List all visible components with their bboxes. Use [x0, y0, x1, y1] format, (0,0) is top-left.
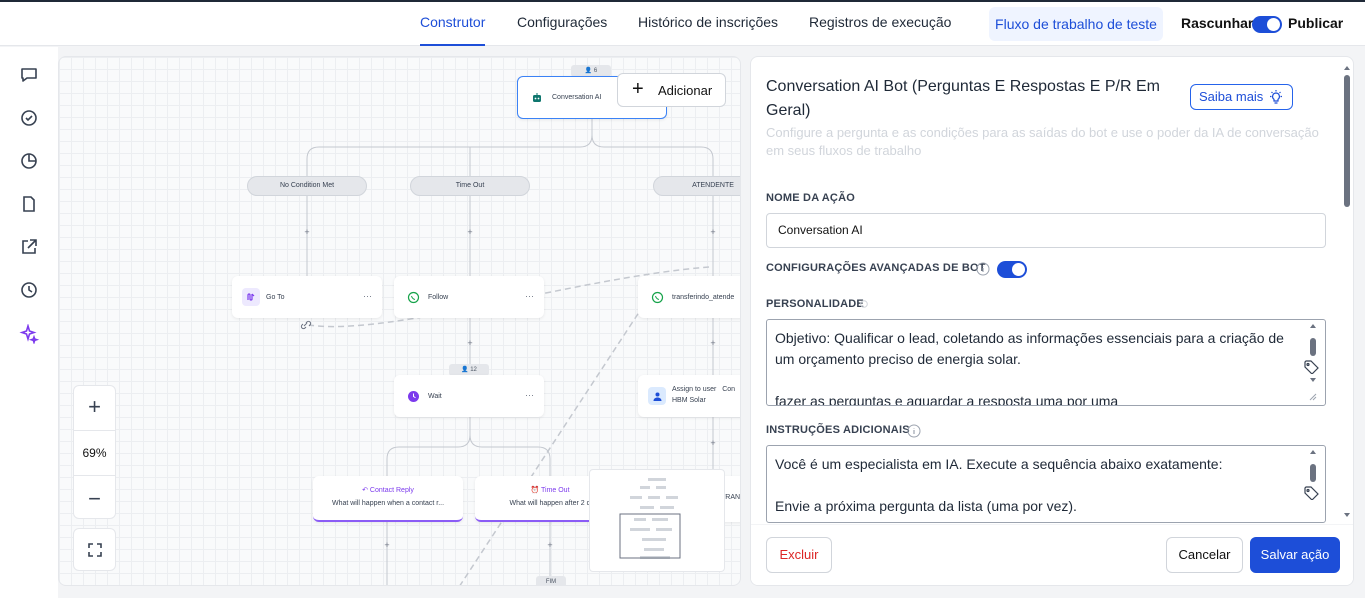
node-assign-user[interactable]: Assign to user Con HBM Solar — [638, 375, 740, 417]
add-step-plus[interactable]: + — [302, 227, 312, 237]
node-follow[interactable]: Follow ··· — [394, 276, 544, 318]
minimap[interactable] — [589, 469, 725, 572]
tag-icon[interactable] — [1304, 486, 1320, 500]
pie-chart-icon[interactable] — [19, 151, 39, 171]
draft-label: Rascunhar — [1181, 15, 1254, 31]
action-settings-panel: Conversation AI Bot (Perguntas E Respost… — [750, 56, 1354, 586]
add-step-plus[interactable]: + — [465, 227, 475, 237]
advanced-settings-label: CONFIGURAÇÕES AVANÇADAS DE BOT — [766, 262, 986, 274]
panel-footer: Excluir Cancelar Salvar ação — [751, 524, 1353, 585]
divider — [74, 475, 115, 476]
plus-icon: + — [632, 78, 644, 100]
node-transfer[interactable]: transferindo_atende — [638, 276, 740, 318]
history-icon[interactable] — [19, 280, 39, 300]
add-step-plus[interactable]: + — [465, 338, 475, 348]
more-options-icon[interactable]: ··· — [525, 291, 534, 301]
personality-label: PERSONALIDADE — [766, 298, 864, 310]
clock-icon — [404, 387, 422, 405]
tag-icon[interactable] — [1304, 360, 1320, 374]
left-sidebar — [0, 47, 58, 598]
add-step-plus[interactable]: + — [708, 227, 718, 237]
add-step-plus[interactable]: + — [708, 438, 718, 448]
chat-icon[interactable] — [19, 65, 39, 85]
zoom-level: 69% — [82, 446, 107, 460]
add-node-button[interactable]: + Adicionar — [617, 73, 726, 107]
tab-construtor[interactable]: Construtor — [420, 2, 486, 46]
branch-no-condition[interactable]: No Condition Met — [247, 176, 367, 196]
node-wait[interactable]: Wait ··· — [394, 375, 544, 417]
panel-subtitle: Configure a pergunta e as condições para… — [766, 125, 1319, 158]
more-options-icon[interactable]: ··· — [363, 291, 372, 301]
additional-instructions-label: INSTRUÇÕES ADICIONAIS — [766, 424, 910, 436]
panel-title: Conversation AI Bot (Perguntas E Respost… — [766, 78, 1160, 119]
tab-historico[interactable]: Histórico de inscrições — [638, 2, 778, 46]
bot-icon — [528, 89, 546, 107]
delete-button[interactable]: Excluir — [766, 537, 832, 573]
instructions-textarea[interactable]: Você é um especialista em IA. Execute a … — [766, 445, 1326, 523]
instructions-scrollbar[interactable] — [1308, 448, 1318, 520]
publish-toggle[interactable] — [1252, 16, 1282, 33]
lightbulb-icon — [1270, 90, 1282, 104]
zoom-controls: + 69% − — [73, 385, 116, 519]
document-icon[interactable] — [19, 194, 39, 214]
test-workflow-button[interactable]: Fluxo de trabalho de teste — [989, 7, 1163, 41]
cancel-button[interactable]: Cancelar — [1166, 537, 1243, 573]
info-icon — [860, 300, 868, 308]
workflow-canvas[interactable]: 👤 6 Conversation AI + Adicionar No Condi… — [58, 56, 741, 586]
add-step-plus[interactable]: + — [708, 338, 718, 348]
panel-scrollbar[interactable] — [1342, 61, 1352, 521]
node-go-to[interactable]: Go To ··· — [232, 276, 382, 318]
personality-textarea[interactable]: Objetivo: Qualificar o lead, coletando a… — [766, 319, 1326, 406]
add-step-plus[interactable]: + — [545, 540, 555, 550]
fullscreen-icon — [88, 543, 102, 557]
check-circle-icon[interactable] — [19, 108, 39, 128]
end-node[interactable]: FIM — [536, 576, 566, 585]
tab-registros[interactable]: Registros de execução — [809, 2, 951, 46]
external-link-icon[interactable] — [19, 237, 39, 257]
user-assign-icon — [648, 387, 666, 405]
publish-label: Publicar — [1288, 15, 1344, 31]
more-options-icon[interactable]: ··· — [525, 390, 534, 400]
branch-time-out[interactable]: Time Out — [410, 176, 530, 196]
save-action-button[interactable]: Salvar ação — [1250, 537, 1340, 573]
unlink-icon[interactable] — [298, 319, 314, 333]
advanced-settings-toggle[interactable] — [997, 261, 1027, 278]
node-contact-reply[interactable]: ↶ Contact Reply What will happen when a … — [313, 476, 463, 522]
learn-more-button[interactable]: Saiba mais — [1190, 84, 1293, 110]
zoom-in-button[interactable]: + — [74, 394, 115, 420]
info-icon — [976, 262, 990, 276]
sparkles-icon[interactable] — [19, 324, 39, 344]
tab-configuracoes[interactable]: Configurações — [517, 2, 607, 46]
action-name-input[interactable]: Conversation AI — [766, 213, 1326, 248]
whatsapp-icon — [404, 288, 422, 306]
goto-icon — [242, 288, 260, 306]
fit-view-button[interactable] — [73, 528, 116, 571]
info-icon — [907, 424, 921, 438]
zoom-out-button[interactable]: − — [74, 486, 115, 512]
top-header: Construtor Configurações Histórico de in… — [0, 2, 1365, 46]
divider — [74, 430, 115, 431]
whatsapp-icon — [648, 288, 666, 306]
branch-atendente[interactable]: ATENDENTE — [653, 176, 740, 196]
action-name-label: NOME DA AÇÃO — [766, 192, 855, 204]
add-step-plus[interactable]: + — [382, 540, 392, 550]
